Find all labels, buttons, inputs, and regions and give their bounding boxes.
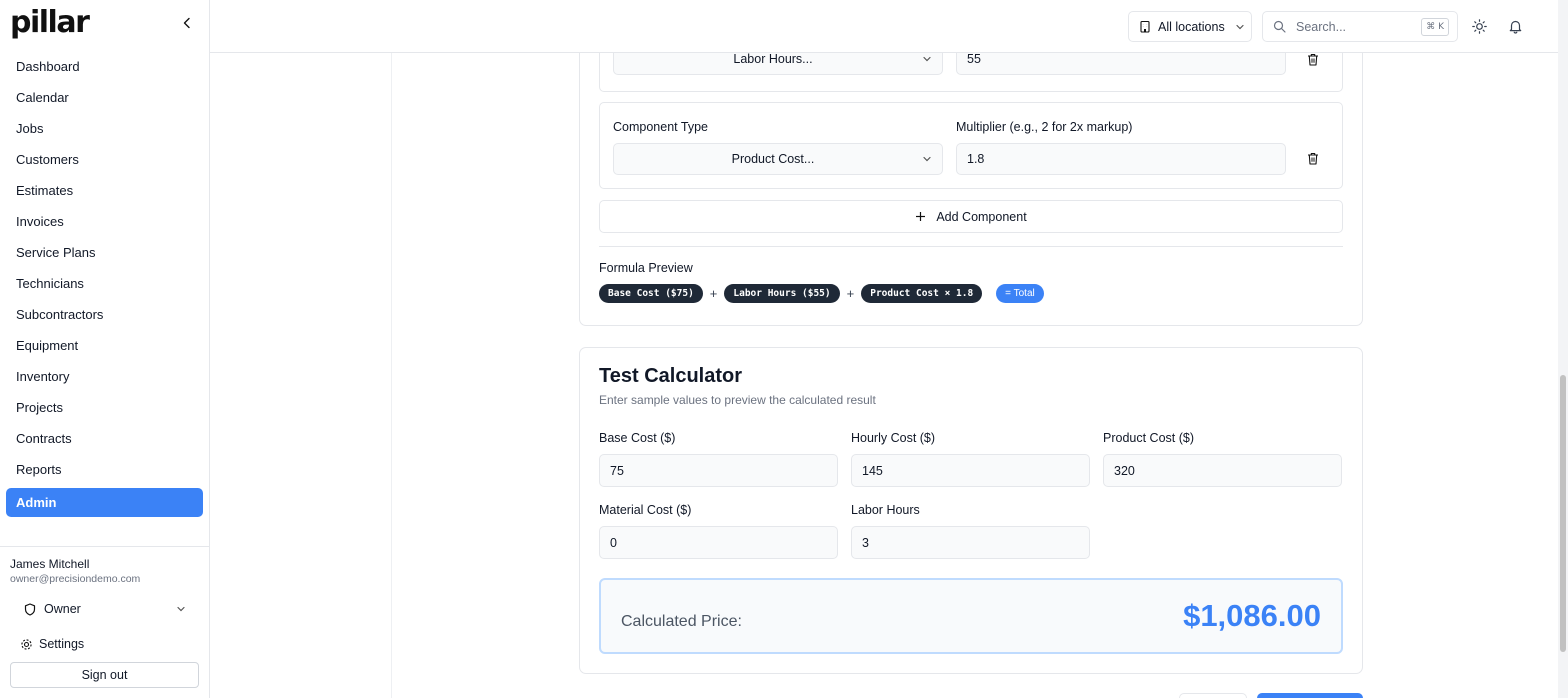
- sun-icon: [1471, 18, 1487, 34]
- formula-total-pill: = Total: [996, 284, 1044, 303]
- component-type-select[interactable]: Labor Hours...: [613, 53, 943, 75]
- shield-icon: [24, 602, 36, 616]
- sidebar-item-subcontractors[interactable]: Subcontractors: [6, 300, 203, 331]
- test-calculator-subtitle: Enter sample values to preview the calcu…: [599, 393, 876, 407]
- divider: [599, 246, 1343, 247]
- chevron-left-icon: [183, 17, 190, 29]
- sidebar-item-calendar[interactable]: Calendar: [6, 83, 203, 114]
- formula-preview: Base Cost ($75) + Labor Hours ($55) + Pr…: [599, 284, 1044, 303]
- chevron-down-icon: [1235, 22, 1245, 32]
- calculated-price-value: $1,086.00: [1183, 598, 1321, 633]
- save-button[interactable]: [1257, 693, 1363, 698]
- hourly-cost-input[interactable]: [851, 454, 1090, 487]
- labor-hours-input[interactable]: [851, 526, 1090, 559]
- gear-icon: [20, 638, 33, 651]
- component-type-value: Product Cost...: [731, 152, 815, 166]
- theme-toggle-button[interactable]: [1470, 17, 1488, 35]
- calculated-price-label: Calculated Price:: [621, 613, 742, 630]
- collapse-sidebar-button[interactable]: [178, 14, 196, 32]
- component-row: Component Type Multiplier (e.g., 2 for 2…: [599, 102, 1343, 189]
- component-type-label: Component Type: [613, 120, 708, 134]
- chevron-down-icon: [922, 54, 932, 64]
- formula-operator: +: [709, 286, 718, 301]
- user-email: owner@precisiondemo.com: [10, 573, 141, 585]
- settings-label: Settings: [39, 637, 85, 651]
- multiplier-input[interactable]: [956, 143, 1286, 175]
- base-cost-input[interactable]: [599, 454, 838, 487]
- component-type-select[interactable]: Product Cost...: [613, 143, 943, 175]
- sidebar: pillar Dashboard Calendar Jobs Customers…: [0, 0, 210, 698]
- trash-icon: [1308, 152, 1318, 165]
- plus-icon: [915, 211, 926, 222]
- search-icon: [1273, 20, 1286, 33]
- material-cost-input[interactable]: [599, 526, 838, 559]
- role-label: Owner: [44, 602, 81, 616]
- sidebar-item-dashboard[interactable]: Dashboard: [6, 52, 203, 83]
- sidebar-item-technicians[interactable]: Technicians: [6, 269, 203, 300]
- labor-hours-label: Labor Hours: [851, 503, 920, 517]
- multiplier-input[interactable]: [956, 53, 1286, 75]
- settings-link[interactable]: Settings: [10, 633, 84, 655]
- role-selector[interactable]: Owner: [10, 597, 200, 621]
- base-cost-label: Base Cost ($): [599, 431, 676, 445]
- delete-component-button[interactable]: [1305, 150, 1321, 166]
- page-scrollbar[interactable]: [1558, 0, 1568, 698]
- cancel-button[interactable]: [1179, 693, 1247, 698]
- multiplier-label: Multiplier (e.g., 2 for 2x markup): [956, 120, 1133, 134]
- top-header: All locations ⌘ K: [210, 0, 1568, 53]
- chevron-down-icon: [176, 604, 186, 614]
- main-content: Labor Hours... Component Type Multiplier…: [210, 53, 1558, 698]
- building-icon: [1139, 20, 1151, 33]
- sidebar-item-equipment[interactable]: Equipment: [6, 331, 203, 362]
- content-divider: [391, 53, 392, 698]
- formula-builder-card: Labor Hours... Component Type Multiplier…: [579, 53, 1363, 326]
- test-calculator-card: Test Calculator Enter sample values to p…: [579, 347, 1363, 674]
- formula-operator: +: [846, 286, 855, 301]
- search-input[interactable]: [1296, 19, 1416, 34]
- component-row: Labor Hours...: [599, 53, 1343, 92]
- chevron-down-icon: [922, 154, 932, 164]
- search-box[interactable]: ⌘ K: [1262, 11, 1458, 42]
- hourly-cost-label: Hourly Cost ($): [851, 431, 936, 445]
- sidebar-item-customers[interactable]: Customers: [6, 145, 203, 176]
- component-type-value: Labor Hours...: [733, 53, 813, 66]
- trash-icon: [1308, 53, 1318, 66]
- formula-term-pill: Labor Hours ($55): [724, 284, 840, 303]
- sidebar-item-invoices[interactable]: Invoices: [6, 207, 203, 238]
- test-calculator-title: Test Calculator: [599, 365, 742, 387]
- sidebar-item-estimates[interactable]: Estimates: [6, 176, 203, 207]
- formula-term-pill: Product Cost × 1.8: [861, 284, 983, 303]
- product-cost-input[interactable]: [1103, 454, 1342, 487]
- formula-preview-label: Formula Preview: [599, 261, 693, 275]
- delete-component-button[interactable]: [1305, 53, 1321, 67]
- calculated-price-panel: Calculated Price: $1,086.00: [599, 578, 1343, 654]
- scrollbar-thumb[interactable]: [1560, 375, 1566, 652]
- material-cost-label: Material Cost ($): [599, 503, 692, 517]
- sidebar-item-contracts[interactable]: Contracts: [6, 424, 203, 455]
- add-component-button[interactable]: Add Component: [599, 200, 1343, 233]
- notifications-button[interactable]: [1506, 17, 1524, 35]
- sidebar-nav: Dashboard Calendar Jobs Customers Estima…: [6, 52, 203, 517]
- location-selector[interactable]: All locations: [1128, 11, 1252, 42]
- sign-out-button[interactable]: Sign out: [10, 662, 199, 688]
- sidebar-item-projects[interactable]: Projects: [6, 393, 203, 424]
- pillar-logo[interactable]: pillar: [10, 6, 90, 40]
- search-shortcut-hint: ⌘ K: [1421, 18, 1449, 36]
- sidebar-item-reports[interactable]: Reports: [6, 455, 203, 486]
- add-component-label: Add Component: [936, 209, 1027, 224]
- sidebar-item-service-plans[interactable]: Service Plans: [6, 238, 203, 269]
- bell-icon: [1509, 20, 1521, 34]
- sidebar-item-jobs[interactable]: Jobs: [6, 114, 203, 145]
- location-label: All locations: [1158, 19, 1225, 34]
- sidebar-item-admin[interactable]: Admin: [6, 488, 203, 517]
- user-name: James Mitchell: [10, 557, 90, 571]
- formula-term-pill: Base Cost ($75): [599, 284, 703, 303]
- sidebar-item-inventory[interactable]: Inventory: [6, 362, 203, 393]
- product-cost-label: Product Cost ($): [1103, 431, 1195, 445]
- sidebar-divider: [0, 546, 210, 547]
